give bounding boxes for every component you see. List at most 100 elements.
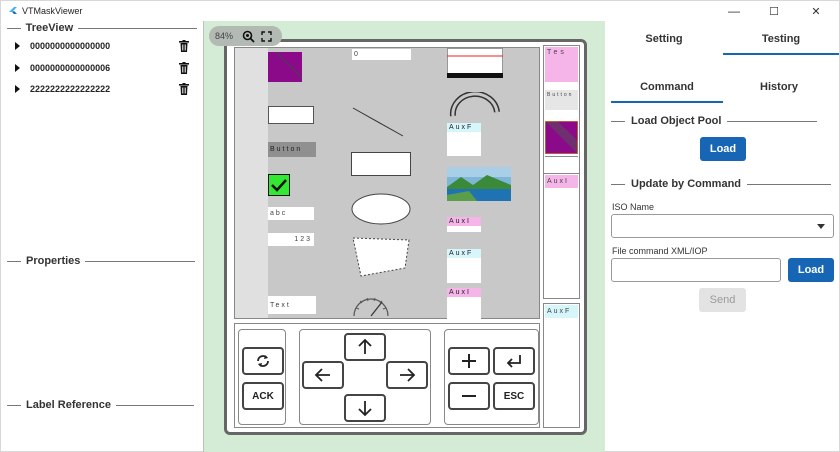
window-title: VTMaskViewer [22, 6, 83, 16]
update-by-command-title: Update by Command [631, 178, 742, 190]
data-mask: Button abc 123 Text 0 AuxF AuxI AuxF Aux… [234, 47, 540, 322]
landscape-picture-graphic [447, 167, 511, 201]
subtab-history[interactable]: History [723, 72, 835, 102]
aux-label: AuxI [447, 217, 481, 226]
purple-picture-graphic [268, 48, 302, 82]
rectangle-graphic [268, 106, 314, 124]
vt-terminal-frame: Button abc 123 Text 0 AuxF AuxI AuxF Aux… [224, 39, 587, 435]
line-graphic [352, 107, 404, 137]
label-reference-section-header: Label Reference [7, 399, 197, 411]
send-button[interactable]: Send [699, 288, 746, 312]
enter-icon [506, 355, 521, 368]
refresh-softkey[interactable] [242, 347, 284, 375]
file-command-label: File command XML/IOP [612, 246, 708, 256]
softkey-group-arrows [299, 329, 431, 425]
purple-picture-graphic [545, 121, 578, 154]
mask-viewer[interactable]: Button abc 123 Text 0 AuxF AuxI AuxF Aux… [203, 21, 605, 452]
checkbox-checked-icon[interactable] [268, 174, 290, 196]
tree-item-label: 0000000000000006 [30, 63, 111, 73]
aux-input-designator: AuxI [447, 217, 481, 232]
expand-arrow-icon[interactable] [15, 42, 20, 50]
app-window: VTMaskViewer — ☐ ✕ TreeView 000000000000… [0, 0, 840, 452]
mask-left-strip [235, 48, 268, 318]
fullscreen-icon[interactable] [261, 30, 272, 42]
side-softkey-column: Tes Button [543, 45, 580, 175]
chevron-down-icon [817, 224, 825, 229]
arrow-up-icon [358, 338, 372, 354]
zoom-toolbar: 84% [209, 26, 282, 46]
tree-item[interactable]: 2222222222222222 [15, 82, 195, 96]
load-command-button[interactable]: Load [788, 258, 834, 282]
arrow-right-icon [400, 368, 416, 382]
side-aux-column: AuxF [543, 303, 580, 428]
string-field-text: Text [268, 296, 316, 314]
tree-item-label: 0000000000000000 [30, 41, 111, 51]
pink-block-graphic [545, 58, 578, 82]
file-command-input[interactable] [611, 258, 781, 282]
aux-label: AuxI [447, 288, 481, 297]
up-arrow-softkey[interactable] [344, 333, 386, 361]
zoom-reset-icon[interactable] [242, 30, 255, 43]
aux-function-designator: AuxF [447, 249, 481, 283]
iso-name-dropdown[interactable] [611, 214, 834, 238]
delete-icon[interactable] [179, 62, 189, 74]
left-panel: TreeView 0000000000000000 00000000000000… [1, 21, 203, 452]
load-object-pool-button[interactable]: Load [700, 137, 746, 161]
right-arrow-softkey[interactable] [386, 361, 428, 389]
app-logo-icon [9, 7, 17, 14]
iso-name-label: ISO Name [612, 202, 655, 212]
minus-softkey[interactable] [448, 382, 490, 410]
enter-softkey[interactable] [493, 347, 535, 375]
minus-icon [462, 395, 476, 397]
ellipse-graphic [351, 193, 411, 225]
number-field-0: 0 [352, 49, 411, 60]
refresh-icon [257, 355, 269, 367]
softkey-area: ACK ESC [234, 323, 540, 428]
mask-button[interactable]: Button [268, 142, 316, 157]
right-panel: Setting Testing Command History Load Obj… [605, 21, 840, 452]
minimize-button[interactable]: — [714, 1, 754, 21]
load-object-pool-title: Load Object Pool [631, 115, 722, 127]
side-tes-label: Tes [545, 47, 578, 58]
polygon-graphic [352, 237, 410, 277]
properties-title: Properties [26, 255, 81, 267]
tab-testing-indicator [723, 53, 839, 55]
aux-label: AuxF [447, 249, 481, 258]
close-button[interactable]: ✕ [796, 1, 836, 21]
tab-testing[interactable]: Testing [723, 24, 839, 54]
plus-icon [462, 354, 476, 368]
expand-arrow-icon[interactable] [15, 85, 20, 93]
aux-label: AuxF [447, 123, 481, 132]
maximize-button[interactable]: ☐ [754, 1, 794, 21]
rectangle-graphic [351, 152, 411, 176]
delete-icon[interactable] [179, 40, 189, 52]
update-by-command-header: Update by Command [611, 178, 835, 190]
delete-icon[interactable] [179, 83, 189, 95]
side-empty-slot [545, 156, 578, 174]
left-arrow-softkey[interactable] [302, 361, 344, 389]
side-button-label[interactable]: Button [545, 90, 578, 110]
subtab-command[interactable]: Command [611, 72, 723, 102]
tree-item[interactable]: 0000000000000006 [15, 61, 195, 75]
softkey-group-right: ESC [444, 329, 539, 425]
linear-bar-graph [447, 48, 503, 78]
load-object-pool-header: Load Object Pool [611, 115, 835, 127]
expand-arrow-icon[interactable] [15, 64, 20, 72]
treeview-title: TreeView [25, 22, 74, 34]
plus-softkey[interactable] [448, 347, 490, 375]
properties-section-header: Properties [7, 255, 197, 267]
subtab-command-indicator [611, 101, 723, 103]
esc-softkey[interactable]: ESC [493, 382, 535, 410]
softkey-group-left: ACK [238, 329, 286, 425]
arrow-left-icon [314, 368, 330, 382]
side-auxf-label: AuxF [545, 305, 578, 318]
tree-item[interactable]: 0000000000000000 [15, 39, 195, 53]
down-arrow-softkey[interactable] [344, 394, 386, 422]
label-reference-title: Label Reference [26, 399, 111, 411]
meter-graphic [353, 297, 389, 317]
aux-input-designator: AuxI [447, 288, 481, 322]
aux-function-designator: AuxF [447, 123, 481, 156]
ack-softkey[interactable]: ACK [242, 382, 284, 410]
side-aux-column: AuxI [543, 173, 580, 299]
tab-setting[interactable]: Setting [605, 24, 723, 54]
